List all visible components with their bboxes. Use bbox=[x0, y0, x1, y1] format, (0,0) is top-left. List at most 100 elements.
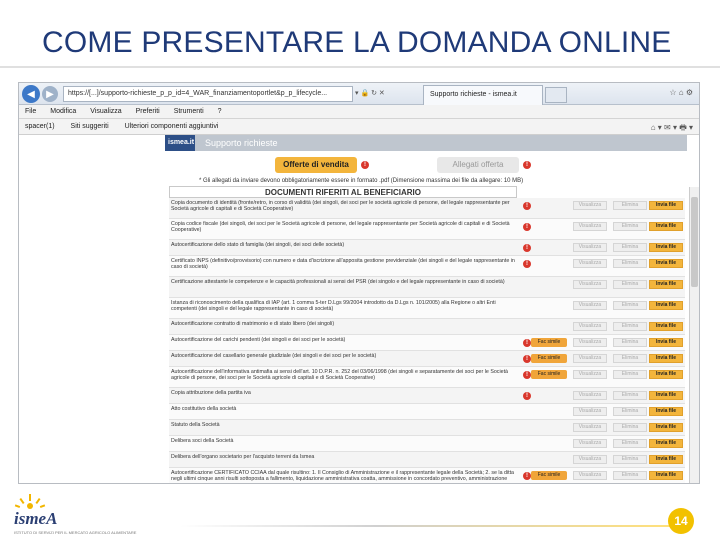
document-label: Istanza di riconoscimento della qualific… bbox=[171, 300, 496, 313]
warning-icon: ! bbox=[523, 260, 531, 268]
menu-item[interactable]: Modifica bbox=[50, 108, 76, 115]
warning-icon: ! bbox=[523, 339, 531, 347]
invia-file-button[interactable]: Invia file bbox=[649, 439, 683, 448]
document-row: Autocertificazione del carichi pendenti … bbox=[169, 335, 685, 351]
visualizza-button[interactable]: Visualizza bbox=[573, 222, 607, 231]
elimina-button[interactable]: Elimina bbox=[613, 338, 647, 347]
menu-bar: File Modifica Visualizza Preferiti Strum… bbox=[19, 105, 699, 119]
visualizza-button[interactable]: Visualizza bbox=[573, 354, 607, 363]
elimina-button[interactable]: Elimina bbox=[613, 280, 647, 289]
window-controls-icon[interactable]: ☆ ⌂ ⚙ bbox=[669, 88, 693, 97]
visualizza-button[interactable]: Visualizza bbox=[573, 259, 607, 268]
visualizza-button[interactable]: Visualizza bbox=[573, 391, 607, 400]
scroll-thumb[interactable] bbox=[691, 197, 698, 287]
visualizza-button[interactable]: Visualizza bbox=[573, 439, 607, 448]
facsimile-button[interactable]: Fac simile bbox=[531, 354, 567, 363]
invia-file-button[interactable]: Invia file bbox=[649, 201, 683, 210]
invia-file-button[interactable]: Invia file bbox=[649, 322, 683, 331]
visualizza-button[interactable]: Visualizza bbox=[573, 407, 607, 416]
invia-file-button[interactable]: Invia file bbox=[649, 455, 683, 464]
elimina-button[interactable]: Elimina bbox=[613, 259, 647, 268]
favorite-link[interactable]: spacer(1) bbox=[25, 123, 55, 130]
visualizza-button[interactable]: Visualizza bbox=[573, 423, 607, 432]
slide-header: COME PRESENTARE LA DOMANDA ONLINE bbox=[0, 0, 720, 68]
invia-file-button[interactable]: Invia file bbox=[649, 222, 683, 231]
new-tab-button[interactable] bbox=[545, 87, 567, 103]
invia-file-button[interactable]: Invia file bbox=[649, 391, 683, 400]
document-label: Certificato INPS (definitivo/provvisorio… bbox=[171, 258, 515, 271]
invia-file-button[interactable]: Invia file bbox=[649, 243, 683, 252]
facsimile-button[interactable]: Fac simile bbox=[531, 370, 567, 379]
invia-file-button[interactable]: Invia file bbox=[649, 423, 683, 432]
allegati-button[interactable]: Allegati offerta bbox=[437, 157, 519, 173]
elimina-button[interactable]: Elimina bbox=[613, 391, 647, 400]
document-row: Atto costitutivo della società Visualizza… bbox=[169, 404, 685, 420]
menu-item[interactable]: Strumenti bbox=[174, 108, 204, 115]
elimina-button[interactable]: Elimina bbox=[613, 322, 647, 331]
elimina-button[interactable]: Elimina bbox=[613, 243, 647, 252]
elimina-button[interactable]: Elimina bbox=[613, 423, 647, 432]
document-row: Delibera soci della Società Visualizza Eli… bbox=[169, 436, 685, 452]
title-divider bbox=[0, 66, 720, 68]
document-row: Statuto della Società Visualizza Elimina In… bbox=[169, 420, 685, 436]
favorite-link[interactable]: Ulteriori componenti aggiuntivi bbox=[125, 123, 219, 130]
menu-item[interactable]: Preferiti bbox=[136, 108, 160, 115]
menu-item[interactable]: File bbox=[25, 108, 36, 115]
invia-file-button[interactable]: Invia file bbox=[649, 471, 683, 480]
warning-icon: ! bbox=[523, 161, 531, 169]
menu-item[interactable]: ? bbox=[218, 108, 222, 115]
slide-title: COME PRESENTARE LA DOMANDA ONLINE bbox=[42, 26, 672, 59]
warning-icon: ! bbox=[523, 355, 531, 363]
elimina-button[interactable]: Elimina bbox=[613, 439, 647, 448]
warning-icon: ! bbox=[523, 472, 531, 480]
visualizza-button[interactable]: Visualizza bbox=[573, 243, 607, 252]
warning-icon: ! bbox=[523, 223, 531, 231]
warning-icon: ! bbox=[523, 392, 531, 400]
scrollbar[interactable] bbox=[689, 187, 699, 483]
section-title: DOCUMENTI RIFERITI AL BENEFICIARIO bbox=[169, 186, 517, 198]
visualizza-button[interactable]: Visualizza bbox=[573, 471, 607, 480]
visualizza-button[interactable]: Visualizza bbox=[573, 322, 607, 331]
offerte-button[interactable]: Offerte di vendita bbox=[275, 157, 357, 173]
elimina-button[interactable]: Elimina bbox=[613, 407, 647, 416]
toolbar-tools-icon[interactable]: ⌂ ▾ ✉ ▾ 🖶 ▾ bbox=[651, 122, 693, 136]
elimina-button[interactable]: Elimina bbox=[613, 354, 647, 363]
site-title: Supporto richieste bbox=[205, 138, 278, 148]
document-label: Autocertificazione dello stato di famigl… bbox=[171, 242, 345, 248]
invia-file-button[interactable]: Invia file bbox=[649, 354, 683, 363]
visualizza-button[interactable]: Visualizza bbox=[573, 338, 607, 347]
logo-text: ismeA bbox=[14, 509, 58, 528]
visualizza-button[interactable]: Visualizza bbox=[573, 201, 607, 210]
invia-file-button[interactable]: Invia file bbox=[649, 301, 683, 310]
invia-file-button[interactable]: Invia file bbox=[649, 338, 683, 347]
elimina-button[interactable]: Elimina bbox=[613, 301, 647, 310]
visualizza-button[interactable]: Visualizza bbox=[573, 455, 607, 464]
elimina-button[interactable]: Elimina bbox=[613, 471, 647, 480]
document-row: Autocertificazione dell'informativa anti… bbox=[169, 367, 685, 388]
favorite-link[interactable]: Siti suggeriti bbox=[71, 123, 109, 130]
forward-icon[interactable]: ▶ bbox=[42, 86, 58, 102]
back-icon[interactable]: ◀ bbox=[22, 85, 40, 103]
logo-subtitle: ISTITUTO DI SERVIZI PER IL MERCATO AGRIC… bbox=[14, 530, 137, 535]
warning-icon: ! bbox=[361, 161, 369, 169]
page-number: 14 bbox=[668, 508, 694, 534]
elimina-button[interactable]: Elimina bbox=[613, 370, 647, 379]
visualizza-button[interactable]: Visualizza bbox=[573, 370, 607, 379]
facsimile-button[interactable]: Fac simile bbox=[531, 338, 567, 347]
facsimile-button[interactable]: Fac simile bbox=[531, 471, 567, 480]
visualizza-button[interactable]: Visualizza bbox=[573, 301, 607, 310]
browser-tab[interactable]: Supporto richieste - ismea.it bbox=[423, 85, 543, 105]
document-row: Istanza di riconoscimento della qualific… bbox=[169, 298, 685, 319]
document-label: Certificazione attestante le competenze … bbox=[171, 279, 505, 285]
invia-file-button[interactable]: Invia file bbox=[649, 407, 683, 416]
elimina-button[interactable]: Elimina bbox=[613, 201, 647, 210]
invia-file-button[interactable]: Invia file bbox=[649, 280, 683, 289]
menu-item[interactable]: Visualizza bbox=[90, 108, 121, 115]
elimina-button[interactable]: Elimina bbox=[613, 222, 647, 231]
invia-file-button[interactable]: Invia file bbox=[649, 370, 683, 379]
url-input[interactable]: https://[...]/supporto-richieste_p_p_id=… bbox=[63, 86, 353, 102]
url-tools-icon[interactable]: ▾ 🔒 ↻ ✕ bbox=[355, 89, 385, 97]
invia-file-button[interactable]: Invia file bbox=[649, 259, 683, 268]
visualizza-button[interactable]: Visualizza bbox=[573, 280, 607, 289]
elimina-button[interactable]: Elimina bbox=[613, 455, 647, 464]
